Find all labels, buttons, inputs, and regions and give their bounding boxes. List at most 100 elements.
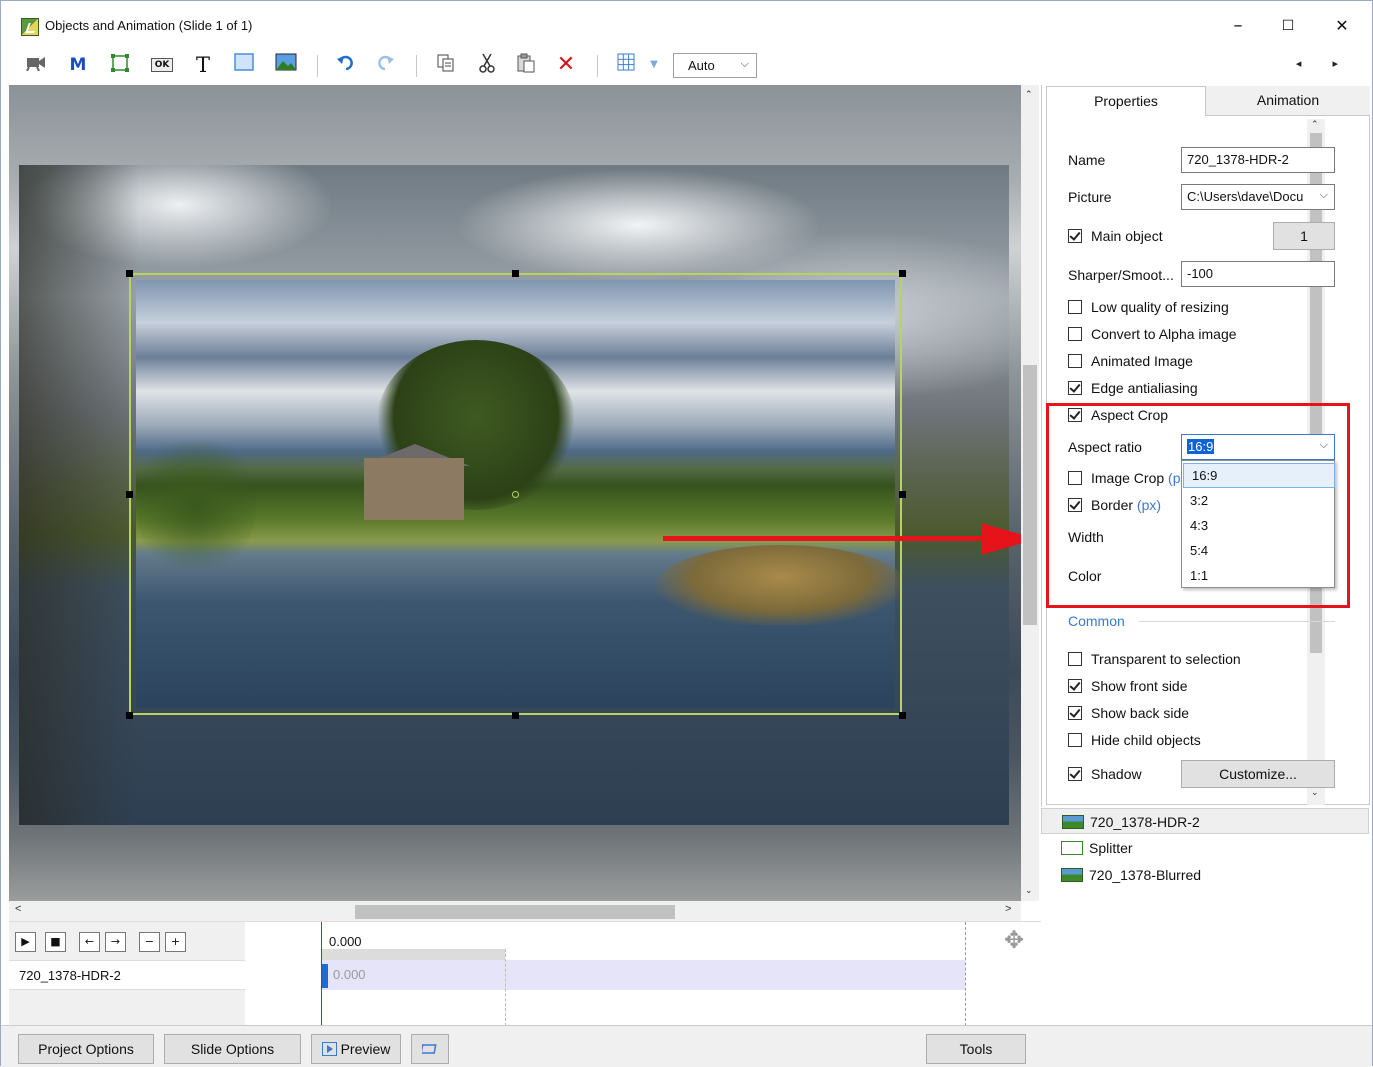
rotation-center-handle[interactable] xyxy=(512,491,519,498)
sharper-field[interactable]: -100 xyxy=(1181,261,1335,287)
objects-animation-window: Objects and Animation (Slide 1 of 1) – ☐… xyxy=(0,0,1373,1067)
title-bar: Objects and Animation (Slide 1 of 1) – ☐… xyxy=(1,1,1372,53)
scroll-right-icon[interactable]: > xyxy=(1005,903,1011,915)
close-button[interactable]: ✕ xyxy=(1319,10,1365,42)
zoom-in-button[interactable]: + xyxy=(165,932,186,952)
image-icon[interactable] xyxy=(273,53,299,77)
step-back-button[interactable]: ← xyxy=(79,932,100,952)
project-options-button[interactable]: Project Options xyxy=(18,1034,154,1064)
aspect-option-4-3[interactable]: 4:3 xyxy=(1182,514,1334,539)
list-item[interactable]: 720_1378-Blurred xyxy=(1041,862,1369,888)
transparent-selection-checkbox[interactable] xyxy=(1068,652,1082,666)
low-quality-label: Low quality of resizing xyxy=(1091,299,1229,315)
alpha-image-checkbox[interactable] xyxy=(1068,327,1082,341)
frame-icon[interactable] xyxy=(107,53,133,77)
main-object-checkbox[interactable] xyxy=(1068,229,1082,243)
shadow-label: Shadow xyxy=(1091,766,1142,782)
delete-icon[interactable]: ✕ xyxy=(553,53,579,77)
alpha-image-label: Convert to Alpha image xyxy=(1091,326,1237,342)
shadow-checkbox[interactable] xyxy=(1068,767,1082,781)
edge-antialiasing-checkbox[interactable] xyxy=(1068,381,1082,395)
name-label: Name xyxy=(1068,152,1106,168)
edge-antialiasing-label: Edge antialiasing xyxy=(1091,380,1198,396)
resize-handle-top[interactable] xyxy=(512,270,519,277)
bottom-bar: Project Options Slide Options Preview To… xyxy=(1,1025,1372,1067)
list-item[interactable]: Splitter xyxy=(1041,835,1369,861)
rectangle-icon[interactable] xyxy=(231,53,257,77)
grid-icon[interactable] xyxy=(613,53,639,77)
aspect-option-16-9[interactable]: 16:9 xyxy=(1183,463,1335,488)
hide-child-checkbox[interactable] xyxy=(1068,733,1082,747)
keyframe-marker[interactable] xyxy=(321,964,328,988)
timeline-current-time: 0.000 xyxy=(329,934,362,949)
scroll-left-icon[interactable]: < xyxy=(15,903,21,915)
paste-icon[interactable] xyxy=(513,53,539,77)
text-icon[interactable]: T xyxy=(190,53,216,77)
redo-icon[interactable] xyxy=(373,53,399,77)
zoom-out-button[interactable]: − xyxy=(139,932,160,952)
aspect-option-5-4[interactable]: 5:4 xyxy=(1182,539,1334,564)
resize-handle-bottom[interactable] xyxy=(512,712,519,719)
tools-button[interactable]: Tools xyxy=(926,1034,1026,1064)
zoom-select[interactable]: Auto ⌵ xyxy=(673,53,757,78)
move-icon[interactable]: ✥ xyxy=(1004,926,1024,954)
resize-handle-tr[interactable] xyxy=(899,270,906,277)
scroll-thumb[interactable] xyxy=(355,905,675,919)
copy-icon[interactable] xyxy=(433,53,459,77)
picture-select[interactable]: C:\Users\dave\Docu ⌵ xyxy=(1181,184,1335,210)
resize-handle-left[interactable] xyxy=(126,491,133,498)
tab-properties[interactable]: Properties xyxy=(1046,86,1206,116)
image-icon xyxy=(1062,815,1084,829)
objects-list: 720_1378-HDR-2 Splitter 720_1378-Blurred xyxy=(1041,807,1371,1025)
scroll-up-icon[interactable]: ⌃ xyxy=(1025,89,1033,100)
scroll-thumb[interactable] xyxy=(1023,365,1037,625)
play-button[interactable]: ▶ xyxy=(15,932,36,952)
slide-options-button[interactable]: Slide Options xyxy=(164,1034,301,1064)
step-forward-button[interactable]: → xyxy=(105,932,126,952)
common-section-label: Common xyxy=(1068,613,1125,629)
toolbar: M OK T ✕ ▼ Auto ⌵ ◂ ▸ xyxy=(1,49,1372,83)
timeline-row-label[interactable]: 720_1378-HDR-2 xyxy=(9,960,245,990)
list-item[interactable]: 720_1378-HDR-2 xyxy=(1041,808,1369,834)
aspect-option-3-2[interactable]: 3:2 xyxy=(1182,489,1334,514)
maximize-button[interactable]: ☐ xyxy=(1265,10,1311,42)
frame-icon xyxy=(1061,841,1083,855)
name-field[interactable]: 720_1378-HDR-2 xyxy=(1181,147,1335,173)
tab-animation[interactable]: Animation xyxy=(1206,86,1370,116)
camera-icon[interactable] xyxy=(23,53,49,77)
canvas-vertical-scrollbar[interactable]: ⌃ ⌄ xyxy=(1021,85,1039,901)
timeline: ▶ ■ ← → − + 720_1378-HDR-2 0.000 0.000 ✥ xyxy=(9,921,1041,1026)
show-back-checkbox[interactable] xyxy=(1068,706,1082,720)
stop-button[interactable]: ■ xyxy=(45,932,66,952)
resize-handle-tl[interactable] xyxy=(126,270,133,277)
toolbar-separator xyxy=(317,55,318,77)
show-front-checkbox[interactable] xyxy=(1068,679,1082,693)
timeline-dashed-line xyxy=(505,949,506,1026)
grid-dropdown-icon[interactable]: ▼ xyxy=(641,53,667,77)
mask-icon[interactable]: M xyxy=(65,53,91,77)
transparent-selection-label: Transparent to selection xyxy=(1091,651,1241,667)
timeline-track[interactable]: 0.000 xyxy=(321,960,965,990)
button-icon[interactable]: OK xyxy=(149,53,175,77)
timeline-cursor[interactable] xyxy=(321,922,322,1026)
minimize-button[interactable]: – xyxy=(1215,10,1261,42)
toolbar-separator xyxy=(416,55,417,77)
preview-button[interactable]: Preview xyxy=(311,1034,401,1064)
resize-handle-br[interactable] xyxy=(899,712,906,719)
scroll-down-icon[interactable]: ⌄ xyxy=(1311,787,1319,798)
canvas-horizontal-scrollbar[interactable]: < > xyxy=(9,901,1021,921)
animated-image-checkbox[interactable] xyxy=(1068,354,1082,368)
scroll-up-icon[interactable]: ⌃ xyxy=(1311,119,1319,130)
hide-child-label: Hide child objects xyxy=(1091,732,1201,748)
fullscreen-preview-button[interactable] xyxy=(411,1034,449,1064)
slide-nav-arrows[interactable]: ◂ ▸ xyxy=(1296,57,1352,70)
main-object-number[interactable]: 1 xyxy=(1273,222,1335,250)
customize-button[interactable]: Customize... xyxy=(1181,760,1335,788)
scroll-down-icon[interactable]: ⌄ xyxy=(1025,885,1033,896)
aspect-option-1-1[interactable]: 1:1 xyxy=(1182,564,1334,589)
cut-icon[interactable] xyxy=(474,53,500,77)
resize-handle-right[interactable] xyxy=(899,491,906,498)
low-quality-checkbox[interactable] xyxy=(1068,300,1082,314)
undo-icon[interactable] xyxy=(332,53,358,77)
resize-handle-bl[interactable] xyxy=(126,712,133,719)
